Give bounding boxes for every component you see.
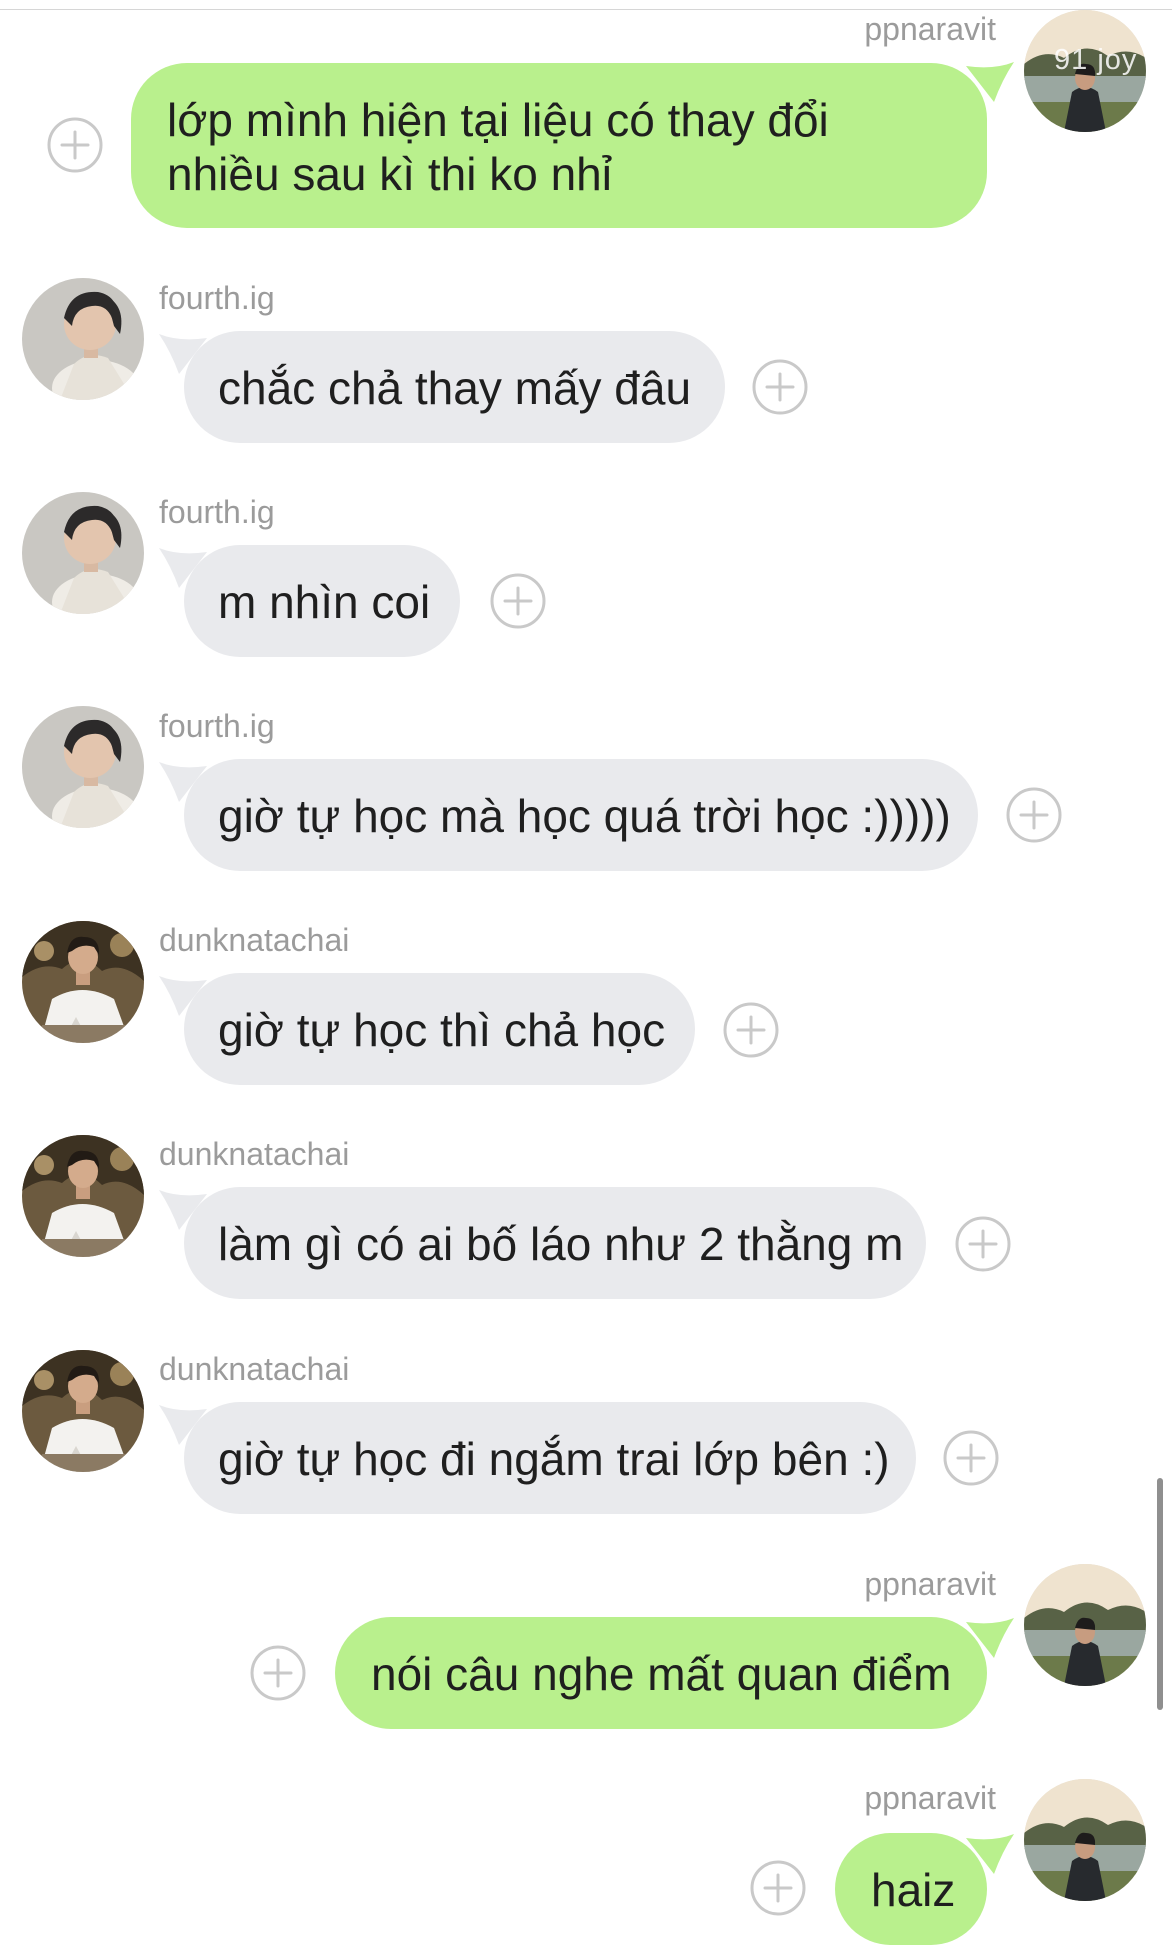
add-reaction-icon[interactable] — [1006, 787, 1062, 843]
avatar-overlay-text: 91 joy — [1054, 44, 1138, 76]
sender-name: ppnaravit — [864, 11, 996, 47]
avatar[interactable] — [22, 278, 144, 400]
add-reaction-icon[interactable] — [250, 1645, 306, 1701]
message-bubble[interactable]: chắc chả thay mấy đâu — [184, 331, 725, 443]
avatar[interactable] — [22, 1135, 144, 1257]
sender-name: dunknatachai — [159, 1351, 350, 1387]
sender-name: ppnaravit — [864, 1566, 996, 1602]
avatar[interactable]: 91 joy — [1024, 10, 1146, 132]
message-bubble[interactable]: lớp mình hiện tại liệu có thay đổi nhiều… — [131, 63, 987, 228]
add-reaction-icon[interactable] — [752, 359, 808, 415]
sender-name: fourth.ig — [159, 280, 275, 316]
message-bubble[interactable]: làm gì có ai bố láo như 2 thằng m — [184, 1187, 926, 1299]
sender-name: fourth.ig — [159, 708, 275, 744]
message-bubble[interactable]: nói câu nghe mất quan điểm — [335, 1617, 987, 1729]
avatar[interactable] — [22, 921, 144, 1043]
message-bubble[interactable]: giờ tự học mà học quá trời học :))))) — [184, 759, 978, 871]
add-reaction-icon[interactable] — [490, 573, 546, 629]
top-divider — [0, 9, 1172, 10]
message-bubble[interactable]: m nhìn coi — [184, 545, 460, 657]
avatar[interactable] — [22, 492, 144, 614]
add-reaction-icon[interactable] — [723, 1002, 779, 1058]
sender-name: fourth.ig — [159, 494, 275, 530]
sender-name: dunknatachai — [159, 1136, 350, 1172]
avatar[interactable] — [22, 1350, 144, 1472]
message-bubble[interactable]: giờ tự học đi ngắm trai lớp bên :) — [184, 1402, 916, 1514]
message-bubble[interactable]: giờ tự học thì chả học — [184, 973, 695, 1085]
sender-name: ppnaravit — [864, 1780, 996, 1816]
message-bubble[interactable]: haiz — [835, 1833, 987, 1945]
add-reaction-icon[interactable] — [943, 1430, 999, 1486]
avatar[interactable] — [1024, 1564, 1146, 1686]
add-reaction-icon[interactable] — [47, 117, 103, 173]
avatar[interactable] — [1024, 1779, 1146, 1901]
avatar[interactable] — [22, 706, 144, 828]
scrollbar[interactable] — [1157, 1478, 1163, 1710]
add-reaction-icon[interactable] — [750, 1860, 806, 1916]
add-reaction-icon[interactable] — [955, 1216, 1011, 1272]
sender-name: dunknatachai — [159, 922, 350, 958]
